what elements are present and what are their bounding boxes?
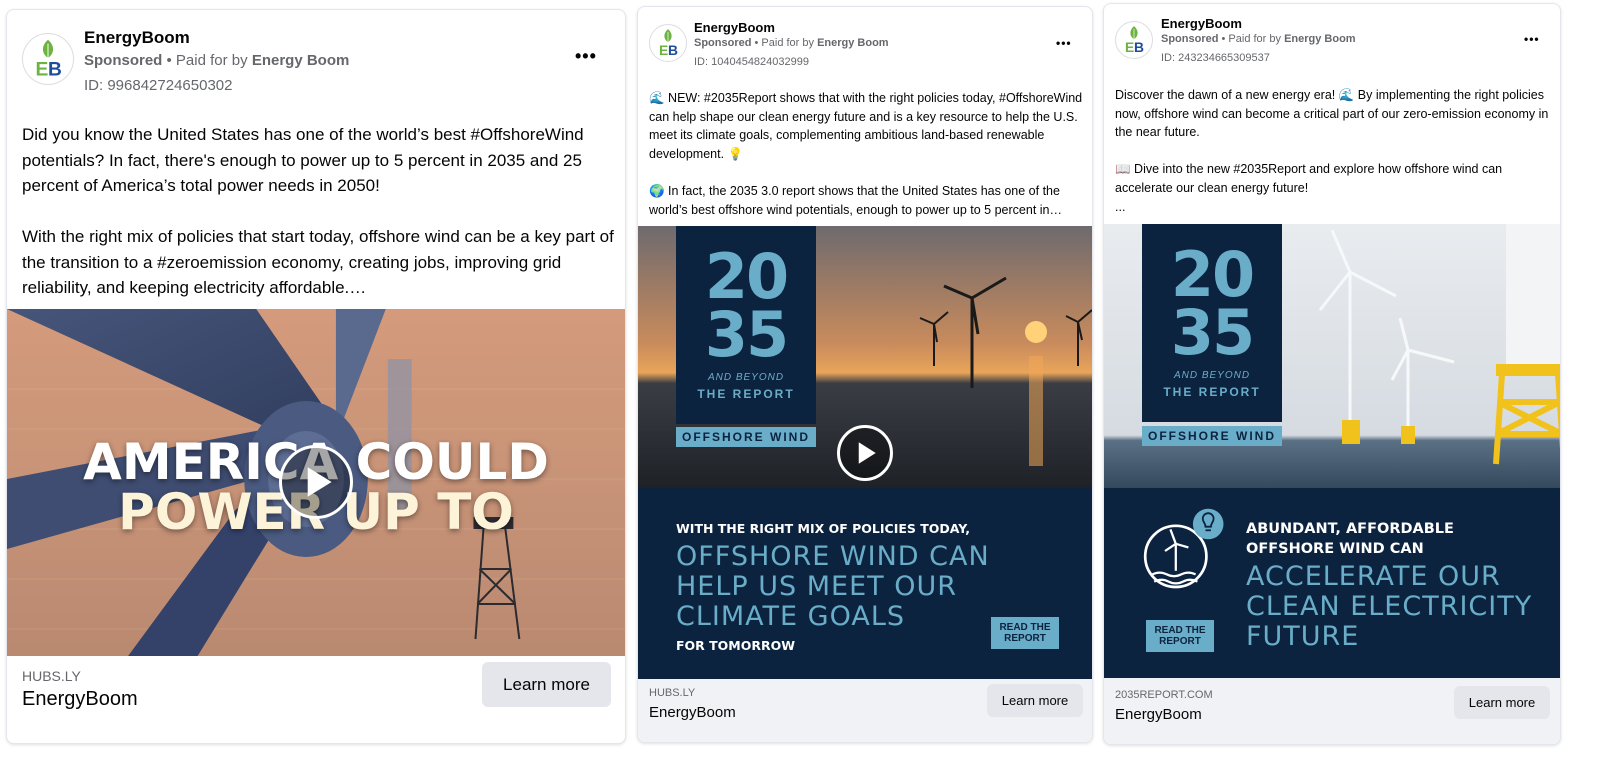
band-headline: ACCELERATE OUR CLEAN ELECTRICITY FUTURE [1246, 561, 1533, 653]
learn-more-button[interactable]: Learn more [482, 662, 611, 707]
svg-text:E: E [1125, 39, 1134, 55]
ad-body-text: Did you know the United States has one o… [22, 125, 614, 297]
play-icon [307, 467, 332, 497]
paid-prefix: • Paid for by [162, 52, 252, 69]
advertiser-name[interactable]: EnergyBoom [84, 28, 190, 48]
report-number-bottom: 35 [1170, 296, 1255, 369]
paid-prefix: • Paid for by [1218, 33, 1285, 45]
paid-by-name[interactable]: Energy Boom [1284, 33, 1356, 45]
ad-card-2: E B EnergyBoom Sponsored • Paid for by E… [637, 6, 1093, 743]
ad-id: ID: 996842724650302 [84, 77, 233, 94]
more-options-icon[interactable]: ••• [575, 46, 597, 67]
svg-text:E: E [659, 42, 668, 58]
ad-body-text: Discover the dawn of a new energy era! 🌊… [1115, 88, 1549, 214]
play-icon [858, 442, 876, 464]
svg-text:B: B [1134, 39, 1144, 55]
report-and-beyond: AND BEYOND [1173, 370, 1251, 381]
sponsored-label: Sponsored [84, 52, 163, 69]
sponsored-line: Sponsored • Paid for by Energy Boom [84, 52, 349, 69]
paid-prefix: • Paid for by [751, 37, 818, 49]
ad-footer[interactable]: HUBS.LY EnergyBoom Learn more [638, 679, 1092, 742]
band-headline: OFFSHORE WIND CAN HELP US MEET OUR CLIMA… [676, 541, 990, 633]
report-offshore-wind-label: OFFSHORE WIND [1142, 426, 1282, 446]
play-button[interactable] [279, 445, 353, 519]
more-options-icon[interactable]: ••• [1056, 36, 1072, 50]
paid-by-name[interactable]: Energy Boom [252, 52, 350, 69]
ad-id: ID: 1040454824032999 [694, 56, 809, 68]
learn-more-button[interactable]: Learn more [987, 684, 1083, 717]
report-and-beyond: AND BEYOND [707, 372, 785, 383]
band-small-text: ABUNDANT, AFFORDABLE OFFSHORE WIND CAN [1246, 521, 1454, 557]
sponsored-label: Sponsored [1161, 33, 1219, 45]
ad-id: ID: 243234665309537 [1161, 52, 1270, 64]
report-offshore-wind-label: OFFSHORE WIND [676, 427, 816, 447]
link-title[interactable]: EnergyBoom [649, 704, 736, 721]
ad-body-text: 🌊 NEW: #2035Report shows that with the r… [649, 91, 1083, 217]
advertiser-avatar[interactable]: E B [1115, 21, 1153, 59]
report-subtitle: THE REPORT [1163, 385, 1261, 399]
energyboom-logo-icon: E B [659, 29, 678, 58]
energyboom-logo-icon: E B [36, 39, 62, 80]
paid-by-name[interactable]: Energy Boom [817, 37, 889, 49]
link-domain: HUBS.LY [22, 668, 81, 684]
link-title[interactable]: EnergyBoom [1115, 706, 1202, 723]
advertiser-avatar[interactable]: E B [22, 33, 74, 85]
ad-image[interactable]: 20 35 AND BEYOND THE REPORT OFFSHORE WIN… [1104, 224, 1560, 680]
read-report-button[interactable]: READ THE REPORT [1146, 620, 1214, 652]
advertiser-name[interactable]: EnergyBoom [694, 20, 775, 35]
wind-turbine-lightbulb-icon [1143, 508, 1224, 589]
link-domain: HUBS.LY [649, 687, 696, 699]
advertiser-avatar[interactable]: E B [649, 24, 687, 62]
sponsored-label: Sponsored [694, 37, 752, 49]
advertiser-name[interactable]: EnergyBoom [1161, 16, 1242, 31]
learn-more-button[interactable]: Learn more [1454, 686, 1550, 719]
ad-card-3: E B EnergyBoom Sponsored • Paid for by E… [1103, 3, 1561, 745]
report-number-top: 20 [704, 240, 789, 313]
ad-footer[interactable]: HUBS.LY EnergyBoom Learn more [7, 656, 625, 743]
report-number-top: 20 [1170, 238, 1255, 311]
ad-footer[interactable]: 2035REPORT.COM EnergyBoom Learn more [1104, 678, 1560, 744]
report-number-bottom: 35 [704, 298, 789, 371]
band-small-bottom-text: FOR TOMORROW [676, 638, 796, 653]
ad-card-1: E B EnergyBoom Sponsored • Paid for by E… [6, 9, 626, 744]
play-button[interactable] [837, 425, 893, 481]
band-small-text: WITH THE RIGHT MIX OF POLICIES TODAY, [676, 521, 970, 536]
read-report-button[interactable]: READ THE REPORT [991, 617, 1059, 649]
ad-video[interactable]: 20 35 AND BEYOND THE REPORT OFFSHORE WIN… [638, 226, 1092, 681]
link-domain: 2035REPORT.COM [1115, 689, 1213, 701]
link-title[interactable]: EnergyBoom [22, 688, 138, 711]
sponsored-line: Sponsored • Paid for by Energy Boom [1161, 33, 1356, 45]
report-subtitle: THE REPORT [697, 387, 795, 401]
ad-video[interactable]: AMERICA COULD POWER UP TO [7, 309, 625, 658]
svg-text:B: B [48, 59, 62, 80]
sponsored-line: Sponsored • Paid for by Energy Boom [694, 37, 889, 49]
svg-text:E: E [36, 59, 49, 80]
more-options-icon[interactable]: ••• [1524, 32, 1540, 46]
energyboom-logo-icon: E B [1125, 26, 1144, 55]
svg-text:B: B [668, 42, 678, 58]
